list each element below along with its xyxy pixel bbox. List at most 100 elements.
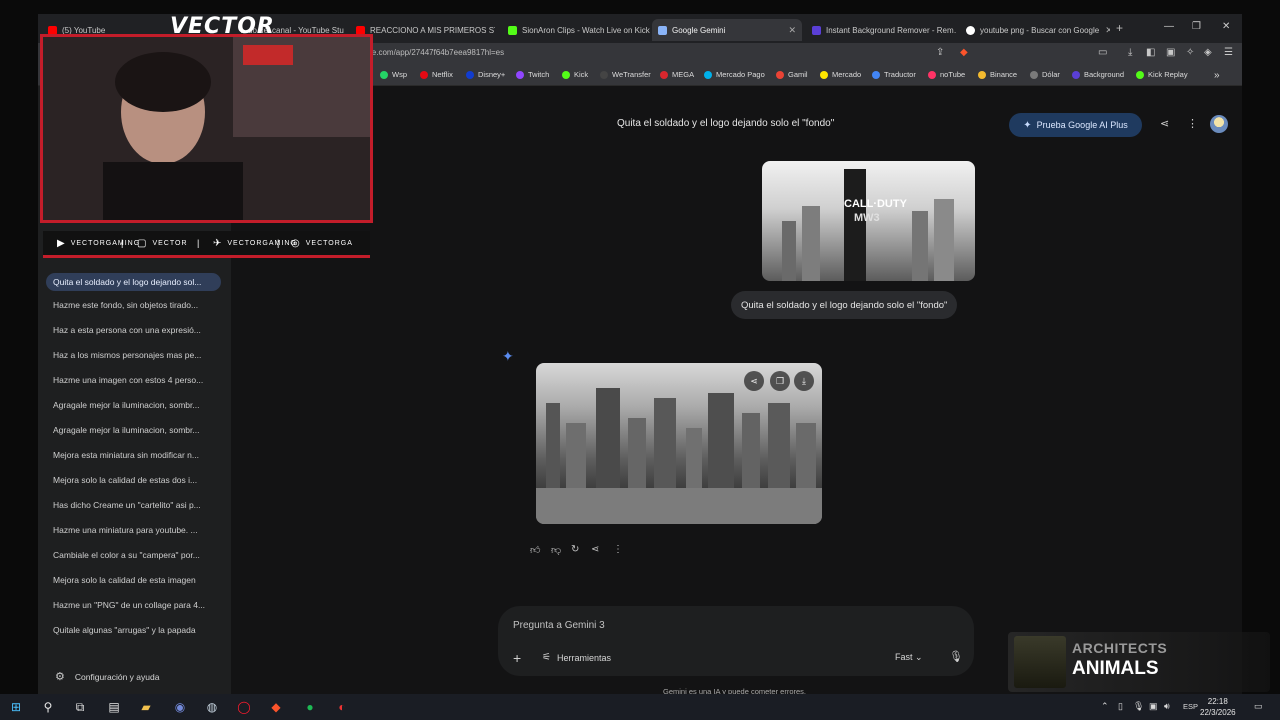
- bookmark-notube[interactable]: noTube: [928, 70, 965, 79]
- bookmark-mega[interactable]: MEGA: [660, 70, 694, 79]
- sidebar-chat-item[interactable]: Hazme este fondo, sin objetos tirado...: [53, 300, 218, 310]
- close-tab-icon[interactable]: ✕: [1099, 25, 1110, 36]
- share-image-icon[interactable]: ⋖: [744, 371, 764, 391]
- share-page-icon[interactable]: ⇪: [936, 47, 944, 58]
- generated-image[interactable]: ⋖ ❐ ⤓: [536, 363, 822, 524]
- bookmark-kick-replay[interactable]: Kick Replay: [1136, 70, 1188, 79]
- gear-icon: ⚙: [55, 671, 65, 683]
- brave-icon[interactable]: ◆: [268, 699, 284, 715]
- sidebar-chat-item[interactable]: Agragale mejor la iluminacion, sombr...: [53, 400, 218, 410]
- more-options-icon[interactable]: ⋮: [1187, 117, 1198, 130]
- spotify-icon[interactable]: ●: [302, 699, 318, 715]
- download-image-icon[interactable]: ⤓: [794, 371, 814, 391]
- download-icon[interactable]: ⤓: [1128, 47, 1132, 58]
- windows-start-icon[interactable]: ⊞: [8, 699, 24, 715]
- sidebar-chat-item[interactable]: Hazme una imagen con estos 4 perso...: [53, 375, 218, 385]
- tab-google-search[interactable]: youtube png - Buscar con Google ✕: [960, 19, 1110, 41]
- prompt-input-box[interactable]: Pregunta a Gemini 3 + ⚟ Herramientas Fas…: [498, 606, 974, 676]
- opera-icon[interactable]: ◯: [236, 699, 252, 715]
- bookmark-mercado[interactable]: Mercado: [820, 70, 861, 79]
- settings-help-button[interactable]: ⚙ Configuración y ayuda: [55, 670, 159, 683]
- close-window-icon[interactable]: ✕: [1222, 21, 1230, 32]
- bookmark-wetransfer[interactable]: WeTransfer: [600, 70, 651, 79]
- tools-button[interactable]: ⚟ Herramientas: [542, 652, 611, 663]
- sidebar-chat-item[interactable]: Hazme una miniatura para youtube. ...: [53, 525, 218, 535]
- user-uploaded-image[interactable]: CALL·DUTY MW3: [762, 161, 975, 281]
- dollar-icon: [1030, 70, 1038, 79]
- tab-bg-remover[interactable]: Instant Background Remover - Rem…: [806, 19, 956, 41]
- chevron-up-icon[interactable]: ⌃: [1101, 701, 1109, 712]
- minimize-icon[interactable]: —: [1164, 21, 1174, 32]
- sidebar-chat-item[interactable]: Has dicho Creame un "cartelito" asi p...: [53, 500, 218, 510]
- steam-icon[interactable]: ◍: [204, 699, 220, 715]
- bookmark-traductor[interactable]: Traductor: [872, 70, 916, 79]
- webcam-overlay: [40, 34, 373, 223]
- panel-icon[interactable]: ◧: [1146, 47, 1155, 58]
- bookmark-background[interactable]: Background: [1072, 70, 1124, 79]
- share-response-icon[interactable]: ⋖: [591, 544, 599, 555]
- wallet-icon[interactable]: ▣: [1166, 47, 1175, 58]
- ai-icon[interactable]: ✧: [1186, 47, 1194, 58]
- bookmark-twitch[interactable]: Twitch: [516, 70, 549, 79]
- discord-icon[interactable]: ◉: [172, 699, 188, 715]
- sidebar-chat-item[interactable]: Cambiale el color a su "campera" por...: [53, 550, 218, 560]
- add-attachment-icon[interactable]: +: [513, 650, 521, 666]
- bookmark-kick[interactable]: Kick: [562, 70, 588, 79]
- microphone-icon[interactable]: 🎙︎: [949, 650, 963, 663]
- notifications-icon[interactable]: ▭: [1254, 701, 1263, 712]
- bookmark-dolar[interactable]: Dólar: [1030, 70, 1060, 79]
- sidebar-icon[interactable]: ▭: [1098, 47, 1107, 58]
- mega-icon: [660, 70, 668, 79]
- tab-kick[interactable]: SionAron Clips - Watch Live on Kick: [502, 19, 652, 41]
- new-tab-icon[interactable]: +: [1116, 21, 1123, 35]
- mode-label: Fast: [895, 652, 913, 662]
- bookmark-gmail[interactable]: Gamil: [776, 70, 808, 79]
- bookmark-wsp[interactable]: Wsp: [380, 70, 407, 79]
- language-indicator[interactable]: ESP: [1183, 702, 1198, 711]
- regenerate-icon[interactable]: ↻: [571, 544, 579, 555]
- task-view-icon[interactable]: ⧉: [72, 699, 88, 715]
- sidebar-chat-item[interactable]: Mejora esta miniatura sin modificar n...: [53, 450, 218, 460]
- tab-label: REACCIONO A MIS PRIMEROS STRE…: [370, 25, 495, 35]
- more-response-icon[interactable]: ⋮: [613, 544, 623, 555]
- brave-shield-icon[interactable]: ◆: [960, 47, 968, 58]
- thumbs-down-icon[interactable]: 👎︎: [551, 544, 561, 556]
- sidebar-chat-item[interactable]: Haz a esta persona con una expresió...: [53, 325, 218, 335]
- sidebar-chat-item[interactable]: Mejora solo la calidad de estas dos i...: [53, 475, 218, 485]
- prompt-placeholder[interactable]: Pregunta a Gemini 3: [513, 620, 605, 631]
- avatar[interactable]: [1210, 115, 1228, 133]
- close-tab-icon[interactable]: ✕: [782, 25, 796, 36]
- youtube-icon: ▶: [57, 238, 66, 249]
- copy-image-icon[interactable]: ❐: [770, 371, 790, 391]
- tablet-icon[interactable]: ▤: [106, 699, 122, 715]
- bookmark-binance[interactable]: Binance: [978, 70, 1017, 79]
- bookmark-disney[interactable]: Disney+: [466, 70, 505, 79]
- restore-icon[interactable]: ❐: [1192, 21, 1201, 32]
- microphone-tray-icon[interactable]: 🎙︎: [1133, 701, 1144, 712]
- volume-icon[interactable]: 🔊︎: [1164, 701, 1170, 712]
- bookmark-netflix[interactable]: Netflix: [420, 70, 453, 79]
- tab-gemini[interactable]: Google Gemini ✕: [652, 19, 802, 41]
- usb-icon[interactable]: ▯: [1118, 701, 1123, 712]
- sidebar-chat-item[interactable]: Quitale algunas "arrugas" y la papada: [53, 625, 218, 635]
- obs-icon[interactable]: ◐: [334, 699, 350, 715]
- sidebar-chat-item[interactable]: Hazme un "PNG" de un collage para 4...: [53, 600, 218, 610]
- network-icon[interactable]: ▣: [1149, 701, 1158, 712]
- search-icon[interactable]: ⚲: [40, 699, 56, 715]
- menu-icon[interactable]: ☰: [1224, 47, 1233, 58]
- system-clock[interactable]: 22:18 22/3/2026: [1200, 696, 1236, 718]
- sidebar-chat-item[interactable]: Mejora solo la calidad de esta imagen: [53, 575, 218, 585]
- mode-selector[interactable]: Fast ⌄: [895, 652, 923, 663]
- upgrade-plan-button[interactable]: ✦ Prueba Google AI Plus: [1009, 113, 1142, 137]
- vpn-icon[interactable]: ◈: [1204, 47, 1212, 58]
- game-logo-subtext: MW3: [854, 212, 880, 224]
- share-icon[interactable]: ⋖: [1160, 117, 1169, 130]
- sidebar-chat-item[interactable]: Agragale mejor la iluminacion, sombr...: [53, 425, 218, 435]
- more-bookmarks-icon[interactable]: »: [1214, 70, 1220, 81]
- bookmark-mercado-pago[interactable]: Mercado Pago: [704, 70, 765, 79]
- sidebar-chat-item[interactable]: Quita el soldado y el logo dejando sol..…: [46, 273, 221, 291]
- url-text[interactable]: le.com/app/27447f64b7eea9817hl=es: [370, 48, 504, 57]
- sidebar-chat-item[interactable]: Haz a los mismos personajes mas pe...: [53, 350, 218, 360]
- thumbs-up-icon[interactable]: 👍︎: [530, 544, 540, 556]
- file-explorer-icon[interactable]: ▰: [138, 699, 154, 715]
